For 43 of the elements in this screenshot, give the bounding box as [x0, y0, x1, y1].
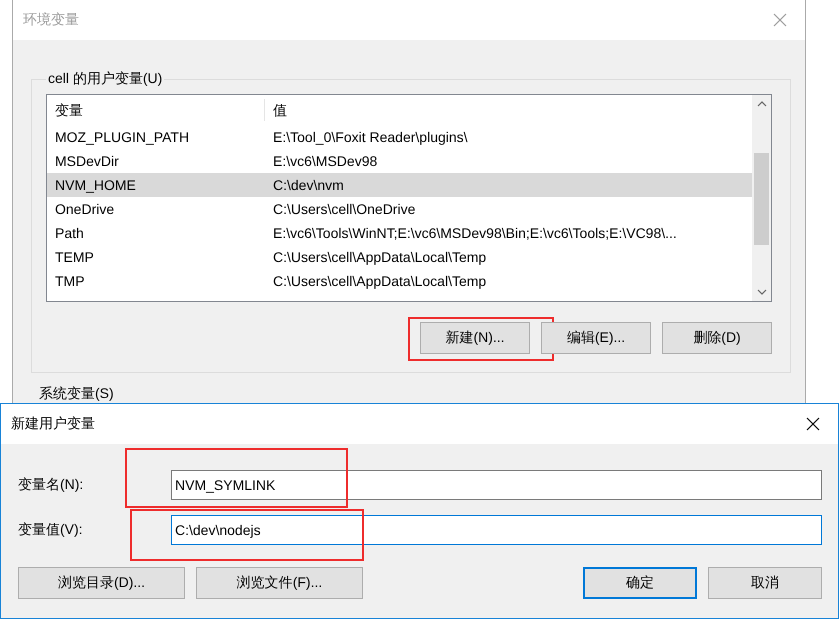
scrollbar[interactable] — [752, 95, 771, 301]
variable-value: C:\Users\cell\OneDrive — [272, 201, 416, 217]
variable-value: E:\Tool_0\Foxit Reader\plugins\ — [272, 129, 469, 145]
variable-row[interactable]: OneDrive C:\Users\cell\OneDrive — [47, 197, 752, 221]
column-header[interactable]: 变量 — [47, 99, 265, 121]
variable-name: TEMP — [54, 249, 95, 265]
input-field[interactable]: C:\dev\nodejs — [171, 515, 822, 545]
variable-name: Path — [54, 225, 85, 241]
dialog-title: 新建用户变量 — [11, 415, 95, 433]
variable-value: E:\vc6\Tools\WinNT;E:\vc6\MSDev98\Bin;E:\vc6\Tools;E:\VC98\... — [272, 225, 678, 241]
field-label: 变量值(V): — [18, 521, 84, 539]
group-label: cell 的用户变量(U) — [47, 70, 164, 88]
variable-value: C:\dev\nvm — [272, 177, 345, 193]
variable-row[interactable]: MSDevDir E:\vc6\MSDev98 — [47, 149, 752, 173]
dialog-button[interactable]: 确定 — [583, 567, 697, 599]
column-header[interactable]: 值 — [265, 99, 752, 121]
variable-row[interactable]: TMP C:\Users\cell\AppData\Local\Temp — [47, 269, 752, 293]
browse-button[interactable]: 浏览文件(F)... — [196, 567, 363, 599]
action-button[interactable]: 新建(N)... — [420, 322, 530, 354]
variable-name: TMP — [54, 273, 86, 289]
action-button[interactable]: 编辑(E)... — [541, 322, 651, 354]
variable-value: E:\vc6\MSDev98 — [272, 153, 378, 169]
group-label: 系统变量(S) — [39, 385, 115, 403]
variable-value: C:\Users\cell\AppData\Local\Temp — [272, 273, 488, 289]
field-label: 变量名(N): — [18, 476, 84, 494]
close-icon[interactable] — [806, 417, 820, 431]
variable-value: C:\Users\cell\AppData\Local\Temp — [272, 249, 488, 265]
window-title: 环境变量 — [23, 11, 79, 29]
input-field[interactable]: NVM_SYMLINK — [171, 470, 822, 500]
variable-row[interactable]: Path E:\vc6\Tools\WinNT;E:\vc6\MSDev98\Bin;E:\vc6\Tools;E:\VC98\... — [47, 221, 752, 245]
scroll-thumb[interactable] — [754, 153, 769, 245]
variable-name: MSDevDir — [54, 153, 120, 169]
variable-row[interactable]: TEMP C:\Users\cell\AppData\Local\Temp — [47, 245, 752, 269]
dialog-button[interactable]: 取消 — [708, 567, 822, 599]
variable-name: MOZ_PLUGIN_PATH — [54, 129, 190, 145]
variable-row[interactable]: MOZ_PLUGIN_PATH E:\Tool_0\Foxit Reader\plugins\ — [47, 125, 752, 149]
scroll-up-icon[interactable] — [756, 101, 766, 107]
action-button[interactable]: 删除(D) — [662, 322, 772, 354]
variable-row[interactable]: NVM_HOME C:\dev\nvm — [47, 173, 752, 197]
variable-name: NVM_HOME — [54, 177, 137, 193]
browse-button[interactable]: 浏览目录(D)... — [18, 567, 185, 599]
scroll-down-icon[interactable] — [756, 289, 766, 295]
variable-name: OneDrive — [54, 201, 116, 217]
